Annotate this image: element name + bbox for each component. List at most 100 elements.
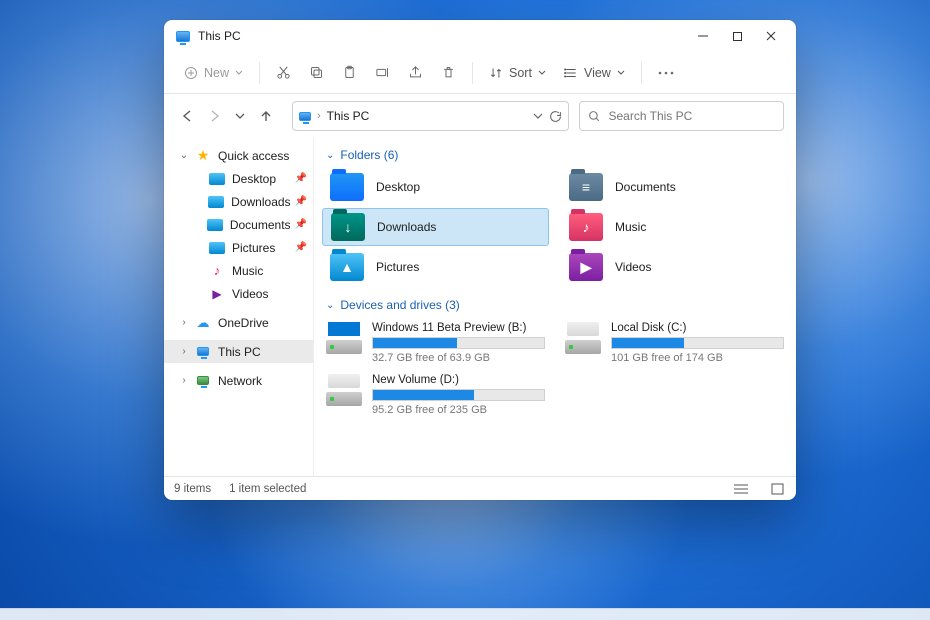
folder-icon bbox=[330, 173, 364, 201]
details-view-button[interactable] bbox=[732, 481, 750, 497]
sidebar-this-pc-icon bbox=[194, 343, 212, 361]
taskbar[interactable] bbox=[0, 608, 930, 620]
breadcrumb-item[interactable]: This PC bbox=[327, 109, 370, 123]
sidebar: ⌄ ★ Quick access Desktop 📌 Downloads 📌 D… bbox=[164, 138, 314, 476]
new-button-label: New bbox=[204, 66, 229, 80]
sidebar-network[interactable]: › Network bbox=[164, 369, 313, 392]
folder-documents[interactable]: ≡ Documents bbox=[561, 168, 788, 206]
sort-button-label: Sort bbox=[509, 66, 532, 80]
chevron-down-icon bbox=[538, 69, 546, 77]
caret-icon: › bbox=[178, 375, 190, 386]
folder-icon: ▶ bbox=[569, 253, 603, 281]
window-title: This PC bbox=[198, 29, 241, 43]
sidebar-quick-access-icon: ★ bbox=[194, 147, 212, 165]
sort-button[interactable]: Sort bbox=[481, 58, 554, 88]
sidebar-item-documents[interactable]: Documents 📌 bbox=[164, 213, 313, 236]
large-icons-view-button[interactable] bbox=[768, 481, 786, 497]
cut-button[interactable] bbox=[268, 58, 299, 88]
drive-icon bbox=[326, 374, 362, 406]
drive-icon bbox=[326, 322, 362, 354]
sidebar-item-label: This PC bbox=[218, 345, 261, 359]
close-button[interactable] bbox=[754, 22, 788, 50]
folder-icon: ▲ bbox=[330, 253, 364, 281]
titlebar[interactable]: This PC bbox=[164, 20, 796, 52]
folder-label: Desktop bbox=[376, 180, 420, 194]
sidebar-item-desktop[interactable]: Desktop 📌 bbox=[164, 167, 313, 190]
this-pc-icon bbox=[176, 29, 190, 43]
sidebar-quick-access[interactable]: ⌄ ★ Quick access bbox=[164, 144, 313, 167]
chevron-down-icon bbox=[617, 69, 625, 77]
folder-videos[interactable]: ▶ Videos bbox=[561, 248, 788, 286]
new-button[interactable]: New bbox=[176, 58, 251, 88]
rename-button[interactable] bbox=[367, 58, 398, 88]
share-button[interactable] bbox=[400, 58, 431, 88]
search-input[interactable] bbox=[609, 109, 776, 123]
address-row: › This PC bbox=[164, 94, 796, 138]
search-icon bbox=[588, 110, 601, 123]
sidebar-this-pc[interactable]: › This PC bbox=[164, 340, 313, 363]
content-pane[interactable]: ⌄Folders (6) Desktop ≡ Documents ↓ Downl… bbox=[314, 138, 796, 476]
sidebar-item-music[interactable]: ♪ Music bbox=[164, 259, 313, 282]
folder-icon: ♪ bbox=[569, 213, 603, 241]
caret-icon: ⌄ bbox=[178, 150, 190, 161]
drive-usage-bar bbox=[372, 389, 545, 401]
folder-icon: ≡ bbox=[569, 173, 603, 201]
delete-button[interactable] bbox=[433, 58, 464, 88]
file-explorer-window: This PC New Sort bbox=[164, 20, 796, 500]
up-button[interactable] bbox=[254, 102, 278, 130]
more-button[interactable] bbox=[650, 58, 682, 88]
address-bar[interactable]: › This PC bbox=[292, 101, 569, 131]
drive-free-space: 32.7 GB free of 63.9 GB bbox=[372, 352, 545, 364]
status-selected-count: 1 item selected bbox=[229, 483, 306, 495]
desktop-background: This PC New Sort bbox=[0, 0, 930, 620]
drive-name: New Volume (D:) bbox=[372, 374, 545, 386]
paste-button[interactable] bbox=[334, 58, 365, 88]
drive-item[interactable]: Windows 11 Beta Preview (B:) 32.7 GB fre… bbox=[322, 320, 549, 366]
chevron-down-icon[interactable] bbox=[533, 111, 543, 121]
sidebar-item-videos-icon: ▶ bbox=[208, 285, 226, 303]
breadcrumb-separator-icon: › bbox=[317, 110, 321, 122]
sidebar-item-label: OneDrive bbox=[218, 316, 269, 330]
sidebar-item-pictures[interactable]: Pictures 📌 bbox=[164, 236, 313, 259]
folder-downloads[interactable]: ↓ Downloads bbox=[322, 208, 549, 246]
drive-free-space: 101 GB free of 174 GB bbox=[611, 352, 784, 364]
drive-name: Windows 11 Beta Preview (B:) bbox=[372, 322, 545, 334]
sidebar-item-label: Documents bbox=[230, 218, 291, 232]
sidebar-onedrive-icon: ☁ bbox=[194, 314, 212, 332]
drives-group-header[interactable]: ⌄Devices and drives (3) bbox=[322, 292, 788, 318]
refresh-button[interactable] bbox=[549, 110, 562, 123]
minimize-button[interactable] bbox=[686, 22, 720, 50]
folder-pictures[interactable]: ▲ Pictures bbox=[322, 248, 549, 286]
folder-label: Documents bbox=[615, 180, 676, 194]
pin-icon: 📌 bbox=[295, 242, 307, 253]
sidebar-item-desktop-icon bbox=[208, 170, 226, 188]
sidebar-item-videos[interactable]: ▶ Videos bbox=[164, 282, 313, 305]
status-bar: 9 items 1 item selected bbox=[164, 476, 796, 500]
recent-locations-button[interactable] bbox=[228, 102, 252, 130]
sidebar-onedrive[interactable]: › ☁ OneDrive bbox=[164, 311, 313, 334]
pin-icon: 📌 bbox=[295, 173, 307, 184]
sidebar-item-downloads[interactable]: Downloads 📌 bbox=[164, 190, 313, 213]
back-button[interactable] bbox=[176, 102, 200, 130]
sidebar-network-icon bbox=[194, 372, 212, 390]
view-button[interactable]: View bbox=[556, 58, 633, 88]
copy-button[interactable] bbox=[301, 58, 332, 88]
folder-label: Videos bbox=[615, 260, 651, 274]
drive-usage-bar bbox=[611, 337, 784, 349]
search-box[interactable] bbox=[579, 101, 785, 131]
drive-name: Local Disk (C:) bbox=[611, 322, 784, 334]
sidebar-item-label: Quick access bbox=[218, 149, 289, 163]
caret-icon: › bbox=[178, 317, 190, 328]
view-button-label: View bbox=[584, 66, 611, 80]
folder-music[interactable]: ♪ Music bbox=[561, 208, 788, 246]
maximize-button[interactable] bbox=[720, 22, 754, 50]
folder-desktop[interactable]: Desktop bbox=[322, 168, 549, 206]
folders-group-header[interactable]: ⌄Folders (6) bbox=[322, 142, 788, 168]
sidebar-item-label: Videos bbox=[232, 287, 268, 301]
sidebar-item-pictures-icon bbox=[208, 239, 226, 257]
sidebar-item-music-icon: ♪ bbox=[208, 262, 226, 280]
drive-item[interactable]: New Volume (D:) 95.2 GB free of 235 GB bbox=[322, 372, 549, 418]
forward-button[interactable] bbox=[202, 102, 226, 130]
chevron-down-icon bbox=[235, 69, 243, 77]
drive-item[interactable]: Local Disk (C:) 101 GB free of 174 GB bbox=[561, 320, 788, 366]
